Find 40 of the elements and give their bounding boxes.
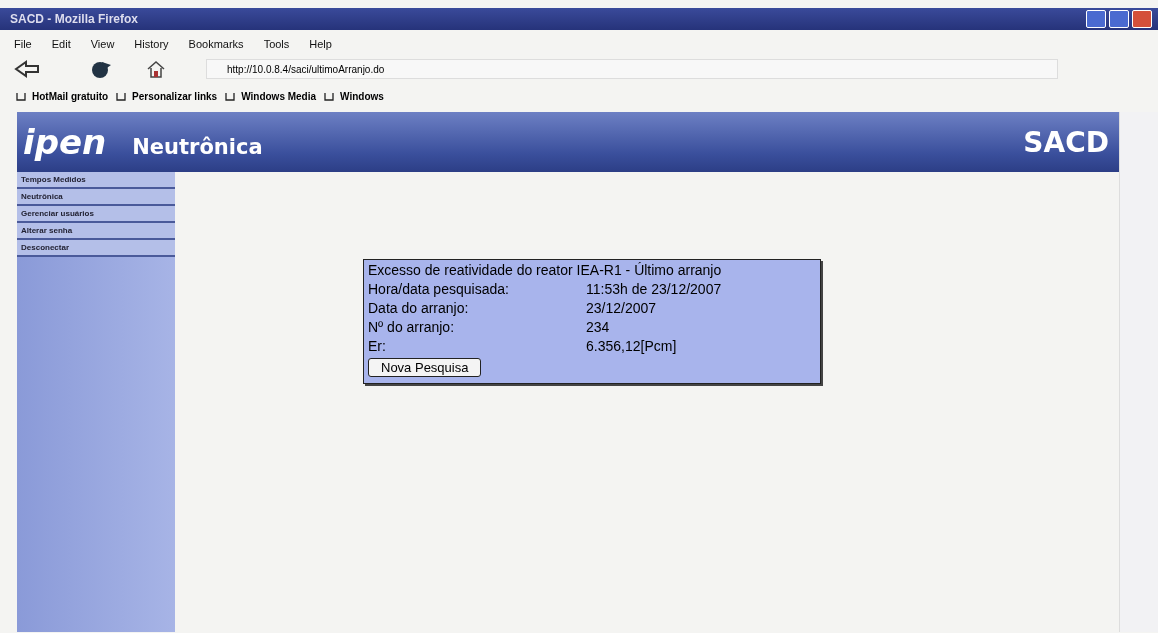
bookmark-icon	[225, 92, 236, 101]
menu-item[interactable]: View	[90, 38, 115, 50]
new-search-button[interactable]: Nova Pesquisa	[368, 358, 482, 377]
bookmark-link[interactable]: Personalizar links	[132, 91, 218, 102]
menu-item[interactable]: History	[134, 38, 169, 50]
bookmark-link[interactable]: Windows	[340, 91, 384, 102]
address-field[interactable]: http://10.0.8.4/saci/ultimoArranjo.do	[206, 59, 1058, 79]
home-icon[interactable]	[146, 60, 166, 78]
minimize-button[interactable]	[1086, 10, 1106, 28]
close-button[interactable]	[1132, 10, 1152, 28]
sidebar-item[interactable]: Tempos Medidos	[17, 172, 175, 189]
maximize-button[interactable]	[1109, 10, 1129, 28]
menu-item[interactable]: Edit	[51, 38, 71, 50]
bookmark-icon	[116, 92, 127, 101]
menu-item[interactable]: Tools	[263, 38, 290, 50]
logo: ipen	[23, 122, 107, 162]
field-label: Hora/data pesquisada:	[368, 281, 510, 297]
back-icon[interactable]	[14, 60, 40, 78]
sidebar-item[interactable]: Neutrônica	[17, 189, 175, 206]
sidebar-item[interactable]: Desconectar	[17, 240, 175, 257]
menu-item[interactable]: Help	[309, 38, 332, 50]
system-name: SACD	[1023, 125, 1109, 159]
field-value: 11:53h de 23/12/2007	[586, 281, 723, 297]
bookmark-link[interactable]: HotMail gratuito	[32, 91, 109, 102]
field-value: 234	[586, 319, 611, 335]
section-title: Neutrônica	[132, 135, 264, 159]
field-value: 23/12/2007	[586, 300, 658, 316]
bookmark-icon	[16, 92, 26, 101]
field-label: Nº do arranjo:	[368, 319, 456, 335]
field-value: 6.356,12[Pcm]	[586, 338, 678, 354]
window-title: SACD - Mozilla Firefox	[10, 12, 139, 26]
menu-item[interactable]: File	[14, 38, 32, 50]
sidebar-item[interactable]: Alterar senha	[17, 223, 175, 240]
result-title: Excesso de reatividade do reator IEA-R1 - Último arranjo	[368, 262, 723, 278]
sidebar-item[interactable]: Gerenciar usuários	[17, 206, 175, 223]
field-label: Er:	[368, 338, 387, 354]
bookmark-icon	[324, 92, 335, 101]
field-label: Data do arranjo:	[368, 300, 470, 316]
bookmark-link[interactable]: Windows Media	[241, 91, 317, 102]
menu-item[interactable]: Bookmarks	[188, 38, 244, 50]
